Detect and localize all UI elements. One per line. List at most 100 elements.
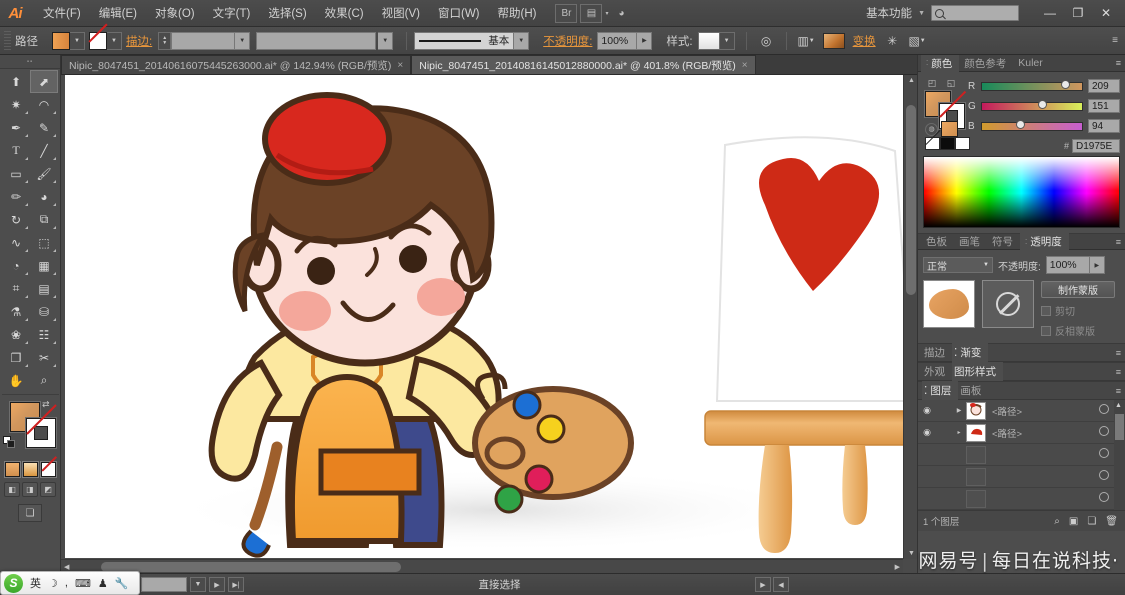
stroke-indicator-icon[interactable]: ◱: [944, 77, 958, 90]
stroke-gradient-menu-icon[interactable]: ≡: [1116, 348, 1121, 358]
selection-tool[interactable]: ⬆: [2, 70, 30, 93]
lasso-tool[interactable]: ◠: [30, 93, 58, 116]
tools-panel-grip[interactable]: ▪▪: [0, 55, 60, 69]
transparency-panel-menu-icon[interactable]: ≡: [1116, 237, 1121, 247]
table-row[interactable]: [918, 444, 1125, 466]
gradient-tool[interactable]: ▤: [30, 277, 58, 300]
tab-appearance[interactable]: 外观: [922, 364, 952, 379]
last-artboard-icon[interactable]: ▶|: [228, 577, 244, 592]
transform-label[interactable]: 变换: [853, 33, 876, 49]
brush-dropdown-icon[interactable]: ▼: [514, 31, 530, 50]
bridge-icon[interactable]: Br: [555, 3, 578, 23]
target-icon[interactable]: [1093, 448, 1115, 461]
target-icon[interactable]: [1093, 426, 1115, 439]
close-icon[interactable]: ×: [742, 60, 748, 71]
arrange-documents-icon[interactable]: ▤: [580, 3, 603, 23]
table-row[interactable]: ◉ ▶ <路径>: [918, 400, 1125, 422]
tab-gradient[interactable]: ⁚ 渐变: [952, 343, 989, 362]
target-icon[interactable]: [1093, 470, 1115, 483]
transparency-opacity-input[interactable]: 100%: [1045, 256, 1090, 274]
shape-builder-tool[interactable]: ◔: [2, 254, 30, 277]
tab-symbols[interactable]: 符号: [987, 233, 1020, 250]
make-sublayer-icon[interactable]: ▣: [1069, 516, 1078, 527]
opacity-dropdown-icon[interactable]: ▶: [637, 31, 653, 50]
pencil-tool[interactable]: ✏: [2, 185, 30, 208]
draw-normal-button[interactable]: ◧: [4, 482, 20, 497]
align-icon[interactable]: ▥ ▼: [796, 31, 817, 50]
stock-icon[interactable]: ◕: [611, 4, 631, 23]
fill-swatch[interactable]: [52, 31, 70, 50]
control-bar-grip[interactable]: [4, 30, 11, 51]
scale-tool[interactable]: ⧉: [30, 208, 58, 231]
workspace-switcher[interactable]: 基本功能: [866, 5, 912, 21]
clip-checkbox[interactable]: [1041, 305, 1051, 316]
chevron-down-icon[interactable]: ▼: [918, 10, 925, 17]
artwork-illustration[interactable]: [65, 75, 903, 558]
moon-icon[interactable]: ☽: [48, 577, 58, 590]
zoom-tool[interactable]: ⌕: [30, 369, 58, 392]
pen-tool[interactable]: ✒: [2, 116, 30, 139]
scroll-left-icon[interactable]: ◀: [64, 563, 69, 571]
tab-swatches[interactable]: 色板: [921, 233, 954, 250]
scroll-down-icon[interactable]: ▼: [908, 550, 915, 557]
tab-color[interactable]: ⁚ 颜色: [921, 54, 960, 72]
gradient-mode-button[interactable]: [22, 462, 38, 477]
control-panel-menu-icon[interactable]: ≡: [1112, 35, 1118, 46]
menu-window[interactable]: 窗口(W): [429, 1, 489, 25]
stroke-label[interactable]: 描边:: [126, 33, 152, 49]
isolate-icon[interactable]: ✳: [882, 31, 903, 50]
color-panel-menu-icon[interactable]: ≡: [1116, 58, 1121, 68]
menu-select[interactable]: 选择(S): [259, 1, 315, 25]
stroke-profile-control[interactable]: ▼: [256, 31, 394, 50]
graphic-style-control[interactable]: ▼: [697, 31, 735, 50]
fill-swatch-control[interactable]: ▼: [52, 31, 85, 50]
tab-graphic-styles[interactable]: 图形样式: [952, 362, 1003, 381]
slice-tool[interactable]: ✂: [30, 346, 58, 369]
search-box[interactable]: [931, 5, 1019, 21]
paintbrush-tool[interactable]: 🖌: [30, 162, 58, 185]
eyedropper-tool[interactable]: ⚗: [2, 300, 30, 323]
status-next-icon[interactable]: ▶: [755, 577, 771, 592]
menu-type[interactable]: 文字(T): [204, 1, 260, 25]
layer-name[interactable]: <路径>: [986, 404, 1093, 418]
menu-edit[interactable]: 编辑(E): [90, 1, 146, 25]
layers-panel-menu-icon[interactable]: ≡: [1116, 386, 1121, 396]
none-mode-button[interactable]: [40, 462, 56, 477]
layers-scroll-thumb[interactable]: [1115, 414, 1124, 440]
draw-inside-button[interactable]: ◩: [40, 482, 56, 497]
draw-behind-button[interactable]: ◨: [22, 482, 38, 497]
status-prev-icon[interactable]: ◀: [773, 577, 789, 592]
tab-stroke[interactable]: 描边: [922, 345, 952, 360]
close-button[interactable]: ✕: [1093, 3, 1119, 23]
recolor-artwork-icon[interactable]: ◎: [756, 31, 777, 50]
menu-object[interactable]: 对象(O): [146, 1, 204, 25]
slider-track-b[interactable]: [981, 119, 1083, 131]
free-transform-tool[interactable]: ⬚: [30, 231, 58, 254]
toolbox-icon[interactable]: ♟: [98, 577, 108, 590]
document-tab-2[interactable]: Nipic_8047451_20140816145012880000.ai* @…: [411, 55, 756, 74]
expand-arrow-icon[interactable]: ▶: [952, 407, 966, 414]
slider-knob-g[interactable]: [1038, 99, 1047, 109]
minimize-button[interactable]: —: [1037, 3, 1063, 23]
restore-button[interactable]: ❐: [1065, 3, 1091, 23]
delete-layer-icon[interactable]: 🗑: [1105, 516, 1118, 527]
blend-mode-select[interactable]: 正常 ▼: [923, 257, 993, 273]
slider-value-r[interactable]: 209: [1088, 79, 1120, 93]
direct-selection-tool[interactable]: ⬈: [30, 70, 58, 93]
magic-wand-tool[interactable]: ✷: [2, 93, 30, 116]
transparency-mask-thumbnail[interactable]: [982, 280, 1034, 328]
blob-brush-tool[interactable]: ◕: [30, 185, 58, 208]
line-segment-tool[interactable]: ╱: [30, 139, 58, 162]
stroke-profile-input[interactable]: [256, 31, 377, 50]
brush-definition-control[interactable]: 基本 ▼: [414, 31, 530, 50]
expand-arrow-icon[interactable]: ▸: [952, 429, 966, 436]
make-mask-button[interactable]: 制作蒙版: [1041, 281, 1115, 298]
visibility-toggle-icon[interactable]: ◉: [918, 427, 936, 438]
invert-mask-checkbox-row[interactable]: 反相蒙版: [1041, 323, 1120, 338]
table-row[interactable]: [918, 488, 1125, 510]
style-dropdown-icon[interactable]: ▼: [719, 31, 735, 50]
slider-knob-r[interactable]: [1061, 79, 1070, 89]
clip-checkbox-row[interactable]: 剪切: [1041, 303, 1120, 318]
layers-list[interactable]: ◉ ▶ <路径> ◉ ▸ <路径> ▲: [918, 400, 1125, 510]
fill-indicator-icon[interactable]: ◰: [925, 77, 939, 90]
